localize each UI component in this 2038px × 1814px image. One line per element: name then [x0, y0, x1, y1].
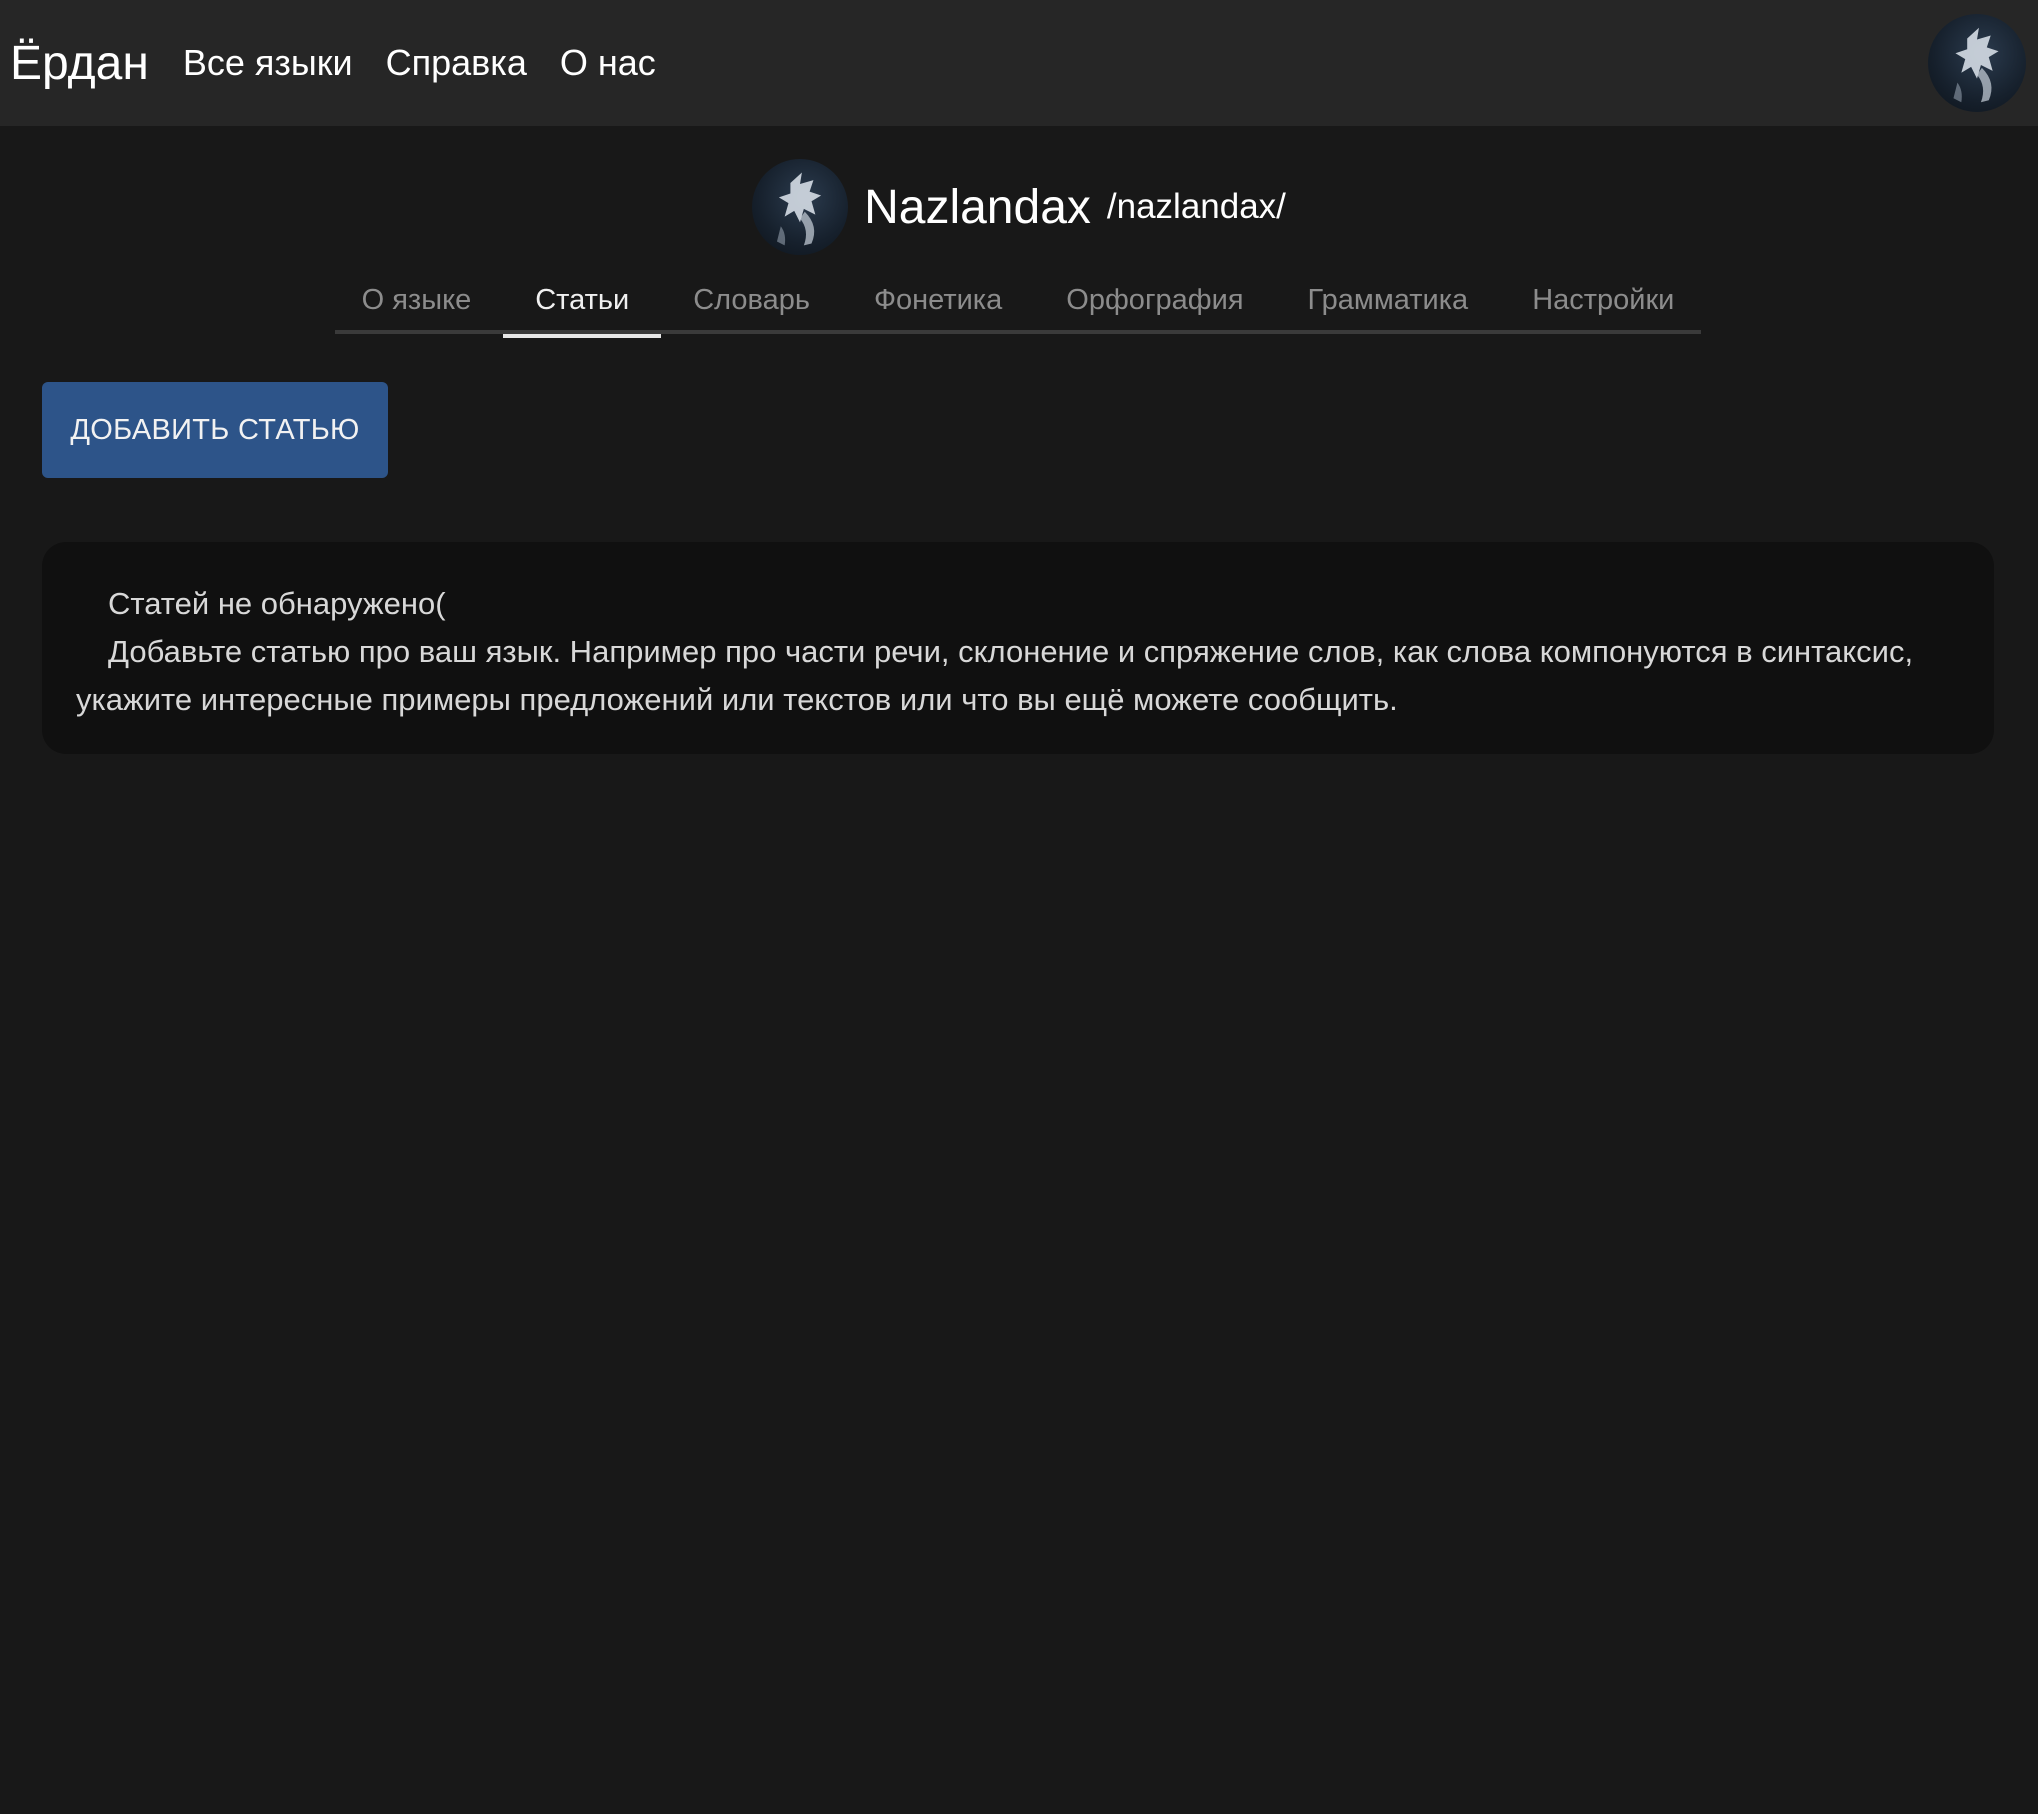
add-article-button[interactable]: ДОБАВИТЬ СТАТЬЮ [42, 382, 388, 478]
tab-about-language[interactable]: О языке [330, 276, 504, 334]
language-name: Nazlandax [864, 180, 1091, 234]
user-avatar-icon[interactable] [1928, 14, 2026, 112]
nav-about[interactable]: О нас [560, 42, 656, 84]
empty-state-title: Статей не обнаружено( [108, 586, 446, 621]
nav-all-languages[interactable]: Все языки [183, 42, 353, 84]
tab-orthography[interactable]: Орфография [1034, 276, 1275, 334]
empty-state-description: Добавьте статью про ваш язык. Например п… [76, 634, 1914, 717]
language-header: Nazlandax /nazlandax/ [0, 158, 2038, 256]
language-tabs: О языке Статьи Словарь Фонетика Орфограф… [335, 276, 1701, 338]
brand-logo-link[interactable]: Ёрдан [10, 36, 149, 91]
language-avatar-icon [752, 159, 849, 255]
tab-articles[interactable]: Статьи [503, 276, 662, 338]
top-navbar: Ёрдан Все языки Справка О нас [0, 0, 2038, 126]
tab-settings[interactable]: Настройки [1500, 276, 1706, 334]
nav-help[interactable]: Справка [386, 42, 527, 84]
tab-phonetics[interactable]: Фонетика [842, 276, 1034, 334]
empty-articles-card: Статей не обнаружено( Добавьте статью пр… [42, 542, 1994, 754]
tab-dictionary[interactable]: Словарь [661, 276, 842, 334]
language-slug: /nazlandax/ [1106, 187, 1286, 226]
tab-grammar[interactable]: Грамматика [1276, 276, 1501, 334]
